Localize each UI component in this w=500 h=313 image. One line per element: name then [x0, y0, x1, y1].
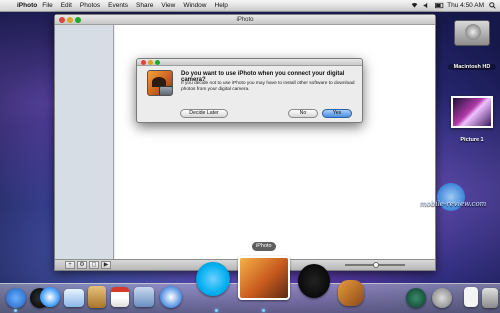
action-button[interactable]: ⚙: [77, 261, 87, 269]
dock-running-indicator: [14, 309, 17, 312]
dock-garageband-icon[interactable]: [338, 280, 364, 306]
watermark-text: mobile-review.com: [420, 200, 487, 208]
battery-icon[interactable]: [435, 2, 444, 9]
yes-button[interactable]: Yes: [322, 109, 352, 118]
dock-imovie-icon[interactable]: [298, 264, 330, 298]
zoom-slider[interactable]: [345, 262, 405, 268]
dialog-minimize-button[interactable]: [148, 60, 153, 65]
dock-safari-icon[interactable]: [40, 287, 60, 307]
picture-file-label[interactable]: Picture 1: [448, 137, 496, 143]
dock-running-indicator: [262, 309, 265, 312]
close-button[interactable]: [59, 17, 65, 23]
menu-app-iphoto[interactable]: iPhoto: [17, 2, 37, 9]
dock-address-book-icon[interactable]: [88, 286, 106, 308]
menu-share[interactable]: Share: [136, 2, 153, 9]
volume-icon[interactable]: [423, 2, 430, 9]
dock-finder-icon[interactable]: [6, 288, 26, 308]
minimize-button[interactable]: [67, 17, 73, 23]
camera-dialog: Do you want to use iPhoto when you conne…: [136, 58, 363, 123]
dock-documents-icon[interactable]: [464, 287, 478, 307]
dock-running-indicator: [215, 309, 218, 312]
menu-clock[interactable]: Thu 4:50 AM: [447, 2, 484, 9]
info-button[interactable]: ◻: [89, 261, 99, 269]
window-title: iPhoto: [236, 17, 254, 23]
dialog-titlebar[interactable]: [137, 59, 362, 66]
menu-view[interactable]: View: [161, 2, 175, 9]
airport-icon[interactable]: [411, 2, 418, 9]
menu-bar: iPhoto File Edit Photos Events Share Vie…: [0, 0, 500, 12]
picture-file-icon[interactable]: [451, 96, 493, 128]
dock-time-machine-icon[interactable]: [406, 288, 426, 308]
dock-mail-icon[interactable]: [64, 289, 84, 307]
dock-preview-icon[interactable]: [134, 287, 154, 307]
hard-drive-icon[interactable]: [450, 16, 494, 52]
dock-ical-icon[interactable]: [111, 287, 129, 307]
zoom-slider-knob[interactable]: [373, 262, 379, 268]
decide-later-button[interactable]: Decide Later: [180, 109, 228, 118]
dock-tooltip: iPhoto: [252, 242, 276, 251]
menu-status-area: Thu 4:50 AM: [411, 2, 496, 9]
dock-itunes-icon[interactable]: [160, 286, 182, 308]
window-controls: [59, 17, 81, 23]
hard-drive-label[interactable]: Macintosh HD: [448, 64, 496, 70]
slideshow-button[interactable]: ▶: [101, 261, 111, 269]
window-titlebar[interactable]: iPhoto: [55, 15, 435, 25]
dialog-message: If you decide not to use iPhoto you may …: [181, 81, 355, 92]
add-button[interactable]: +: [65, 261, 75, 269]
menu-photos[interactable]: Photos: [80, 2, 100, 9]
dialog-close-button[interactable]: [141, 60, 146, 65]
menu-file[interactable]: File: [42, 2, 52, 9]
menu-window[interactable]: Window: [183, 2, 206, 9]
dock-trash-icon[interactable]: [482, 288, 498, 308]
iphoto-app-icon: [147, 70, 173, 96]
dock-skype-icon[interactable]: [196, 262, 230, 296]
no-button[interactable]: No: [288, 109, 318, 118]
iphoto-window: iPhoto + ⚙ ◻ ▶: [54, 14, 436, 271]
dock-system-preferences-icon[interactable]: [432, 288, 452, 308]
dock-iphoto-icon[interactable]: [238, 256, 290, 300]
dialog-window-controls: [141, 60, 160, 65]
source-list-sidebar[interactable]: [55, 25, 114, 262]
menu-help[interactable]: Help: [215, 2, 228, 9]
dialog-zoom-button[interactable]: [155, 60, 160, 65]
menu-events[interactable]: Events: [108, 2, 128, 9]
menu-edit[interactable]: Edit: [61, 2, 72, 9]
spotlight-icon[interactable]: [489, 2, 496, 9]
zoom-button[interactable]: [75, 17, 81, 23]
